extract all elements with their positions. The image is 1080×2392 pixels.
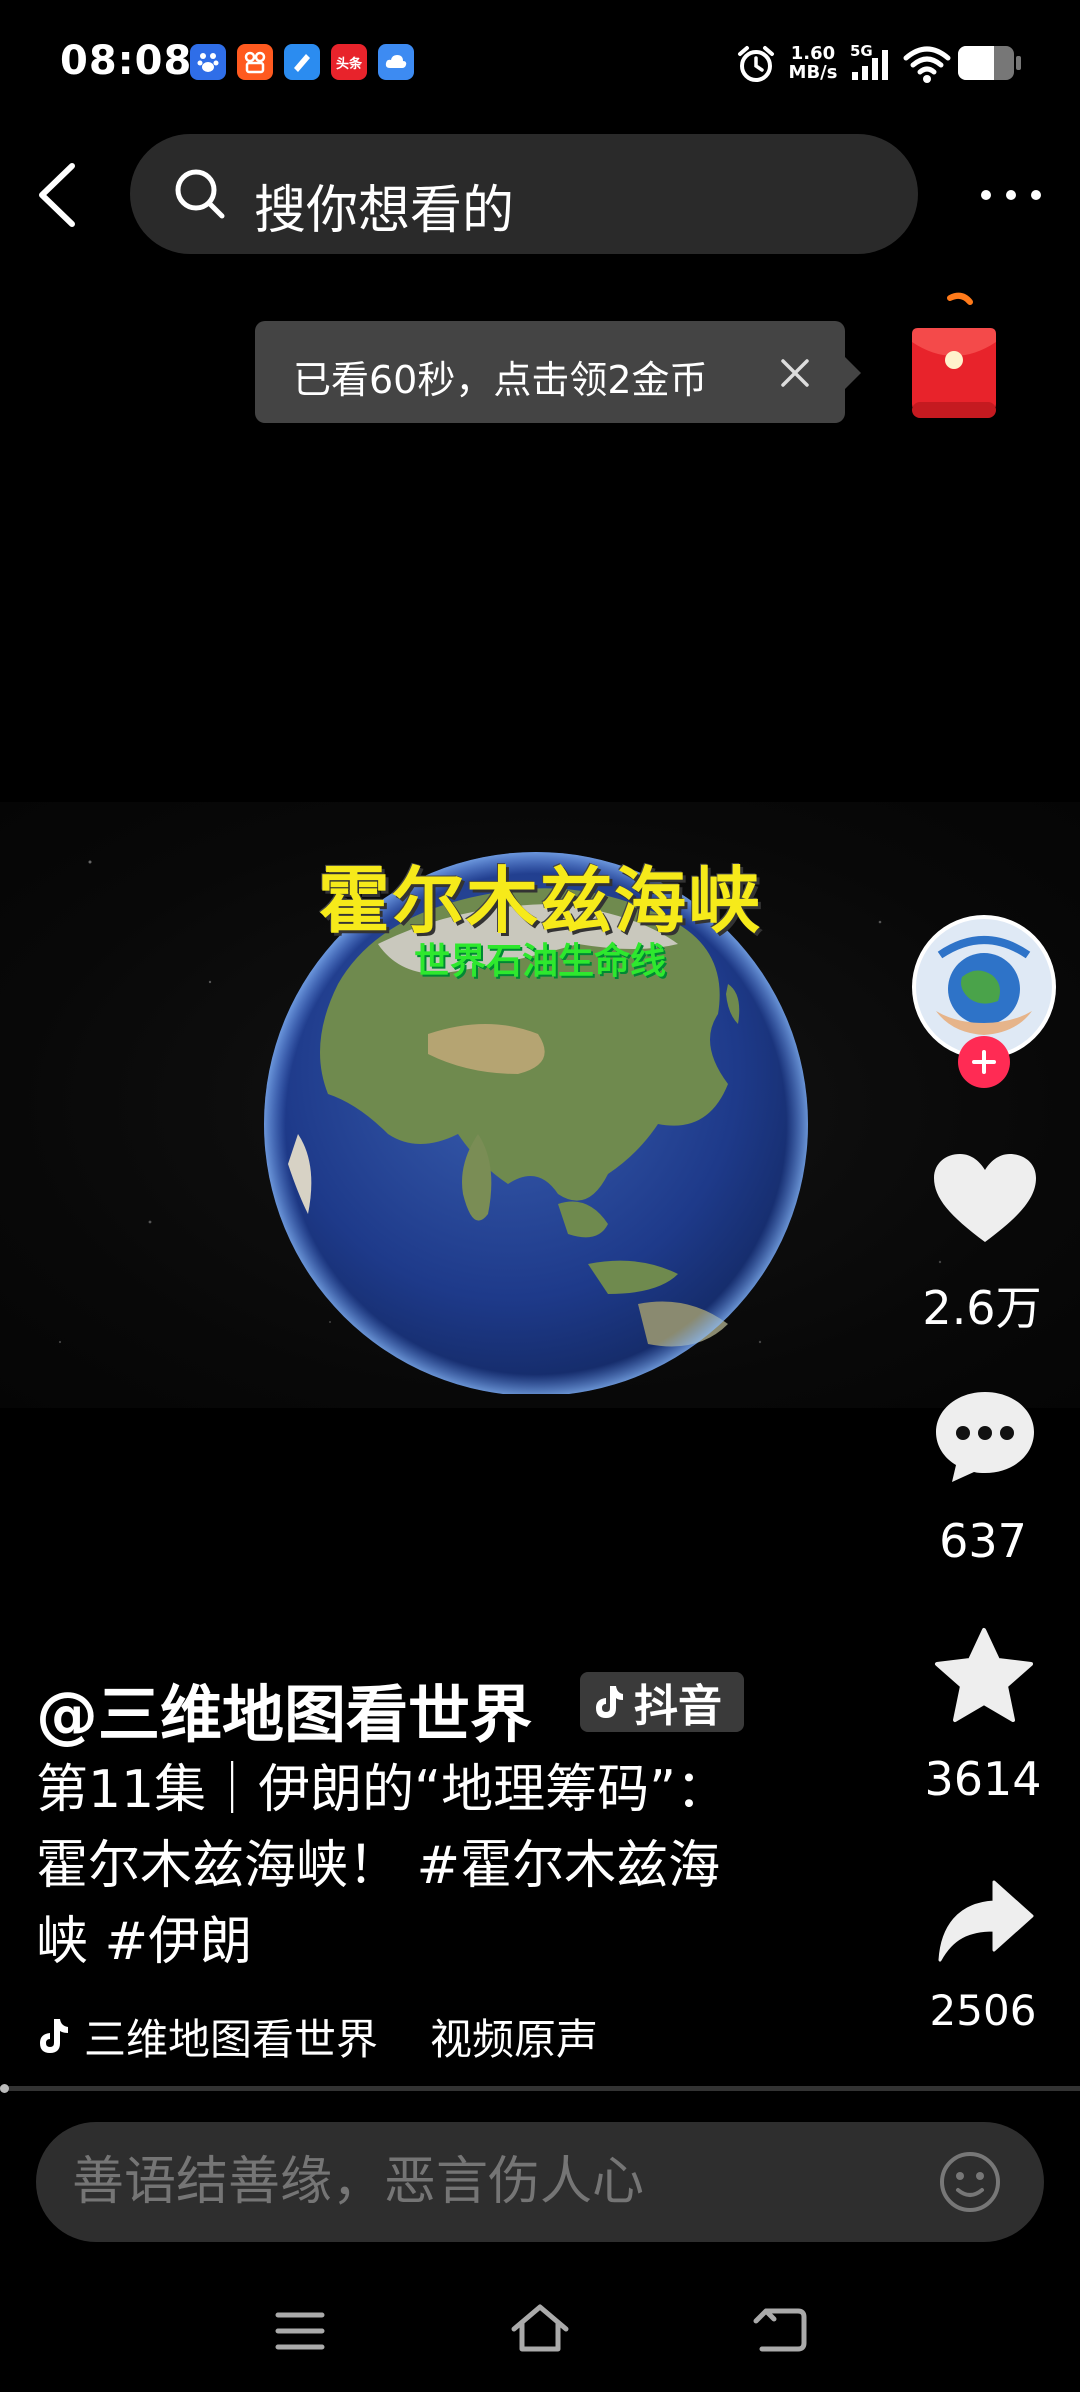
network-speed: 1.60 MB/s	[788, 44, 838, 82]
music-note-icon	[40, 2018, 68, 2053]
search-bar[interactable]: 搜你想看的	[130, 134, 918, 254]
emoji-icon[interactable]	[936, 2148, 1004, 2216]
comment-input[interactable]	[72, 2152, 872, 2212]
home-icon[interactable]	[510, 2303, 570, 2355]
douyin-badge-label: 抖音	[634, 1681, 722, 1732]
network-speed-unit: MB/s	[788, 62, 838, 83]
wifi-icon	[903, 46, 951, 83]
news-app-icon	[284, 44, 320, 80]
favorite-count: 3614	[924, 1752, 1042, 1806]
more-options-icon[interactable]	[976, 180, 1046, 210]
search-icon	[175, 169, 225, 219]
reward-tooltip[interactable]: 已看60秒，点击领2金币	[255, 321, 845, 423]
kuaishou-icon	[237, 44, 273, 80]
battery-icon	[958, 46, 1022, 80]
share-arrow-icon[interactable]	[936, 1876, 1036, 1966]
menu-icon[interactable]	[274, 2309, 326, 2353]
post-description[interactable]: 第11集｜伊朗的“地理筹码”：霍尔木兹海峡！ #霍尔木兹海峡 #伊朗	[36, 1752, 756, 1980]
toutiao-icon: 头条	[331, 44, 367, 80]
comment-bar[interactable]	[36, 2122, 1044, 2242]
status-time: 08:08	[60, 38, 193, 84]
music-author: 三维地图看世界	[84, 2015, 379, 2064]
comment-icon[interactable]	[930, 1386, 1040, 1486]
cloud-app-icon	[378, 44, 414, 80]
network-speed-value: 1.60	[790, 43, 836, 64]
plus-icon	[972, 1050, 996, 1074]
status-bar: 08:08 头条 1.60 MB/s 5G	[0, 0, 1080, 130]
douyin-logo-icon	[596, 1686, 623, 1718]
back-button[interactable]	[28, 160, 88, 230]
red-packet-icon[interactable]	[906, 290, 1002, 430]
author-name[interactable]: @三维地图看世界	[36, 1664, 532, 1754]
video-progress-handle[interactable]	[0, 2084, 9, 2093]
system-nav-bar	[0, 2265, 1080, 2392]
baidu-icon	[190, 44, 226, 80]
music-title: 视频原声	[430, 2015, 599, 2064]
like-heart-icon[interactable]	[930, 1150, 1040, 1250]
search-placeholder: 搜你想看的	[254, 181, 515, 241]
reward-tooltip-text: 已看60秒，点击领2金币	[293, 358, 708, 402]
favorite-star-icon[interactable]	[932, 1626, 1036, 1726]
music-info[interactable]: 三维地图看世界 视频原声	[36, 2006, 598, 2067]
video-progress-bar[interactable]	[0, 2086, 1080, 2091]
follow-button[interactable]	[958, 1036, 1010, 1088]
douyin-badge: 抖音	[580, 1672, 744, 1732]
tooltip-arrow	[845, 357, 861, 389]
signal-5g-icon: 5G	[848, 42, 894, 82]
alarm-icon	[738, 46, 774, 82]
close-icon[interactable]	[775, 353, 815, 393]
toutiao-label: 头条	[335, 56, 362, 72]
share-count: 2506	[929, 1986, 1037, 2035]
like-count: 2.6万	[922, 1281, 1042, 1335]
comment-count: 637	[939, 1514, 1027, 1568]
back-nav-icon[interactable]	[752, 2305, 808, 2355]
